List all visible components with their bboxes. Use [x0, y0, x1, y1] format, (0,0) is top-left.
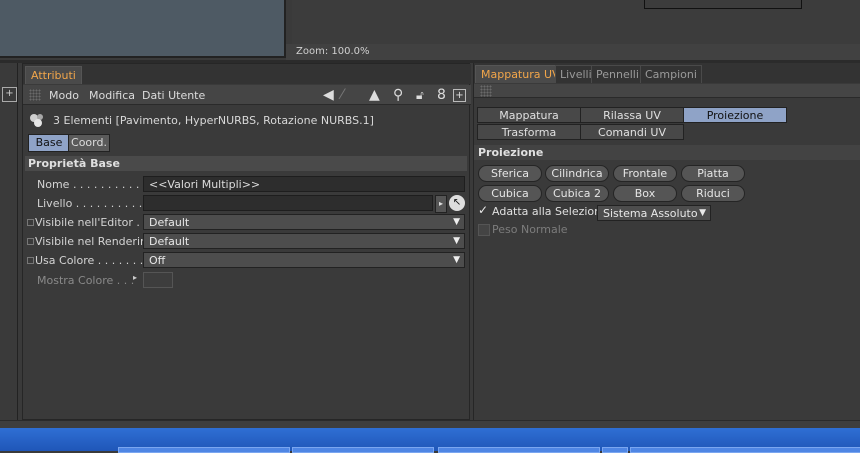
prop-label: Mostra Colore . . . — [37, 274, 135, 287]
arrow-left-icon[interactable]: ◀ — [323, 87, 334, 103]
new-panel-icon[interactable]: + — [2, 87, 17, 102]
cubica-button[interactable]: Cubica — [478, 185, 542, 202]
uv-tabbar: Mappatura UV Livelli Pennelli Campioni — [474, 63, 860, 83]
tab-coord[interactable]: Coord. — [68, 134, 110, 152]
tab-base[interactable]: Base — [28, 134, 70, 152]
adatta-selezione-checkbox[interactable]: ✓ — [478, 204, 488, 216]
mode-proiezione[interactable]: Proiezione — [683, 107, 787, 123]
arrow-up-icon[interactable]: ▲ — [369, 87, 380, 103]
grip-icon[interactable] — [480, 85, 492, 97]
select-value: Default — [149, 235, 190, 248]
chevron-down-icon: ▼ — [453, 217, 460, 227]
menu-modo[interactable]: Modo — [49, 89, 79, 102]
prop-row-usa-colore: Usa Colore . . . . . . . . . Off ▼ — [25, 251, 465, 269]
os-taskbar — [0, 428, 860, 453]
taskbar-item[interactable] — [630, 447, 860, 453]
pick-icon[interactable]: ↖ — [449, 195, 465, 211]
object-info-text: 3 Elementi [Pavimento, HyperNURBS, Rotaz… — [53, 114, 374, 127]
taskbar-item[interactable] — [602, 447, 628, 453]
attributes-tabbar: Attributi — [23, 64, 471, 84]
attributes-panel: Attributi Modo Modifica Dati Utente ◀ ⁄ … — [22, 63, 471, 420]
peso-normale-label: Peso Normale — [492, 223, 568, 236]
prop-row-mostra-colore: Mostra Colore . . . ▸ — [25, 271, 465, 289]
riduci-button[interactable]: Riduci — [681, 185, 745, 202]
viewport-object — [644, 0, 802, 9]
peso-normale-row: Peso Normale — [478, 223, 598, 237]
chevron-down-icon: ▼ — [699, 208, 706, 218]
viewport-left[interactable] — [0, 0, 286, 58]
object-info: 3 Elementi [Pavimento, HyperNURBS, Rotaz… — [27, 112, 467, 130]
arrow-right-disabled-icon: ⁄ — [341, 87, 344, 103]
section-title: Proprietà Base — [25, 156, 467, 171]
sferica-button[interactable]: Sferica — [478, 165, 542, 182]
cilindrica-button[interactable]: Cilindrica — [545, 165, 609, 182]
livello-arrow-icon[interactable]: ▸ — [435, 195, 447, 213]
prop-label: Nome . . . . . . . . . . . . . — [37, 178, 161, 191]
select-value: Default — [149, 216, 190, 229]
chevron-down-icon: ▼ — [453, 236, 460, 246]
livello-input[interactable] — [143, 195, 433, 211]
frontale-button[interactable]: Frontale — [613, 165, 677, 182]
box-button[interactable]: Box — [613, 185, 677, 202]
prop-label: Usa Colore . . . . . . . . . — [35, 254, 158, 267]
taskbar-item[interactable] — [118, 447, 290, 453]
tab-campioni[interactable]: Campioni — [640, 65, 702, 83]
adatta-selezione-label: Adatta alla Selezione — [492, 205, 608, 218]
prop-row-visibile-editor: Visibile nell'Editor . . . Default ▼ — [25, 213, 465, 231]
mode-rilassa-uv[interactable]: Rilassa UV — [580, 107, 684, 123]
select-value: Sistema Assoluto — [603, 207, 698, 220]
search-icon[interactable]: ⚲ — [393, 87, 403, 103]
prop-label: Visibile nel Rendering — [35, 235, 154, 248]
zoom-status: Zoom: 100.0% — [286, 44, 860, 60]
taskbar-item[interactable] — [438, 447, 600, 453]
anim-dot-icon[interactable] — [27, 257, 34, 264]
new-panel-icon[interactable]: + — [453, 89, 466, 102]
prop-label: Visibile nell'Editor . . . — [35, 216, 154, 229]
chevron-down-icon: ▼ — [453, 255, 460, 265]
mode-trasforma[interactable]: Trasforma — [477, 124, 581, 140]
grip-icon[interactable] — [29, 89, 41, 101]
adatta-selezione-row: ✓ Adatta alla Selezione — [478, 204, 608, 219]
section-title: Proiezione — [474, 145, 860, 160]
mode-mappatura-ottimale[interactable]: Mappatura Ottimale — [477, 107, 581, 137]
sistema-select[interactable]: Sistema Assoluto ▼ — [597, 205, 711, 221]
lock-icon[interactable]: 🔓︎ — [416, 87, 424, 103]
link-icon[interactable]: 8 — [437, 87, 446, 103]
uv-gripbar — [474, 84, 860, 98]
cubica2-button[interactable]: Cubica 2 — [545, 185, 609, 202]
anim-dot-icon[interactable] — [27, 238, 34, 245]
prop-row-visibile-rendering: Visibile nel Rendering Default ▼ — [25, 232, 465, 250]
select-value: Off — [149, 254, 166, 267]
multi-object-icon — [30, 114, 43, 127]
prop-label: Livello . . . . . . . . . . . . — [37, 197, 157, 210]
nome-input[interactable]: <<Valori Multipli>> — [143, 176, 465, 192]
tab-attributi[interactable]: Attributi — [25, 66, 82, 84]
visibile-rendering-select[interactable]: Default ▼ — [143, 233, 465, 249]
prop-row-nome: Nome . . . . . . . . . . . . . <<Valori … — [25, 175, 465, 193]
viewport-right[interactable] — [292, 0, 860, 44]
attributes-menubar: Modo Modifica Dati Utente ◀ ⁄ ▲ ⚲ 🔓︎ 8 + — [23, 85, 471, 105]
peso-normale-checkbox[interactable] — [478, 224, 490, 236]
bottom-status-bar — [0, 420, 860, 428]
tab-pennelli[interactable]: Pennelli — [591, 65, 644, 83]
menu-dati-utente[interactable]: Dati Utente — [142, 89, 205, 102]
anim-dot-icon[interactable] — [27, 219, 34, 226]
usa-colore-select[interactable]: Off ▼ — [143, 252, 465, 268]
mostra-colore-swatch[interactable] — [143, 272, 173, 288]
expand-arrow-icon[interactable]: ▸ — [133, 273, 137, 282]
taskbar-item[interactable] — [292, 447, 434, 453]
prop-row-livello: Livello . . . . . . . . . . . . ▸ ↖ — [25, 194, 465, 213]
menu-modifica[interactable]: Modifica — [89, 89, 135, 102]
visibile-editor-select[interactable]: Default ▼ — [143, 214, 465, 230]
mode-comandi-uv[interactable]: Comandi UV — [580, 124, 684, 140]
piatta-button[interactable]: Piatta — [681, 165, 745, 182]
tab-mappatura-uv[interactable]: Mappatura UV — [475, 65, 566, 83]
uv-panel: Mappatura UV Livelli Pennelli Campioni M… — [473, 63, 860, 420]
left-strip-panel: + — [0, 63, 18, 420]
